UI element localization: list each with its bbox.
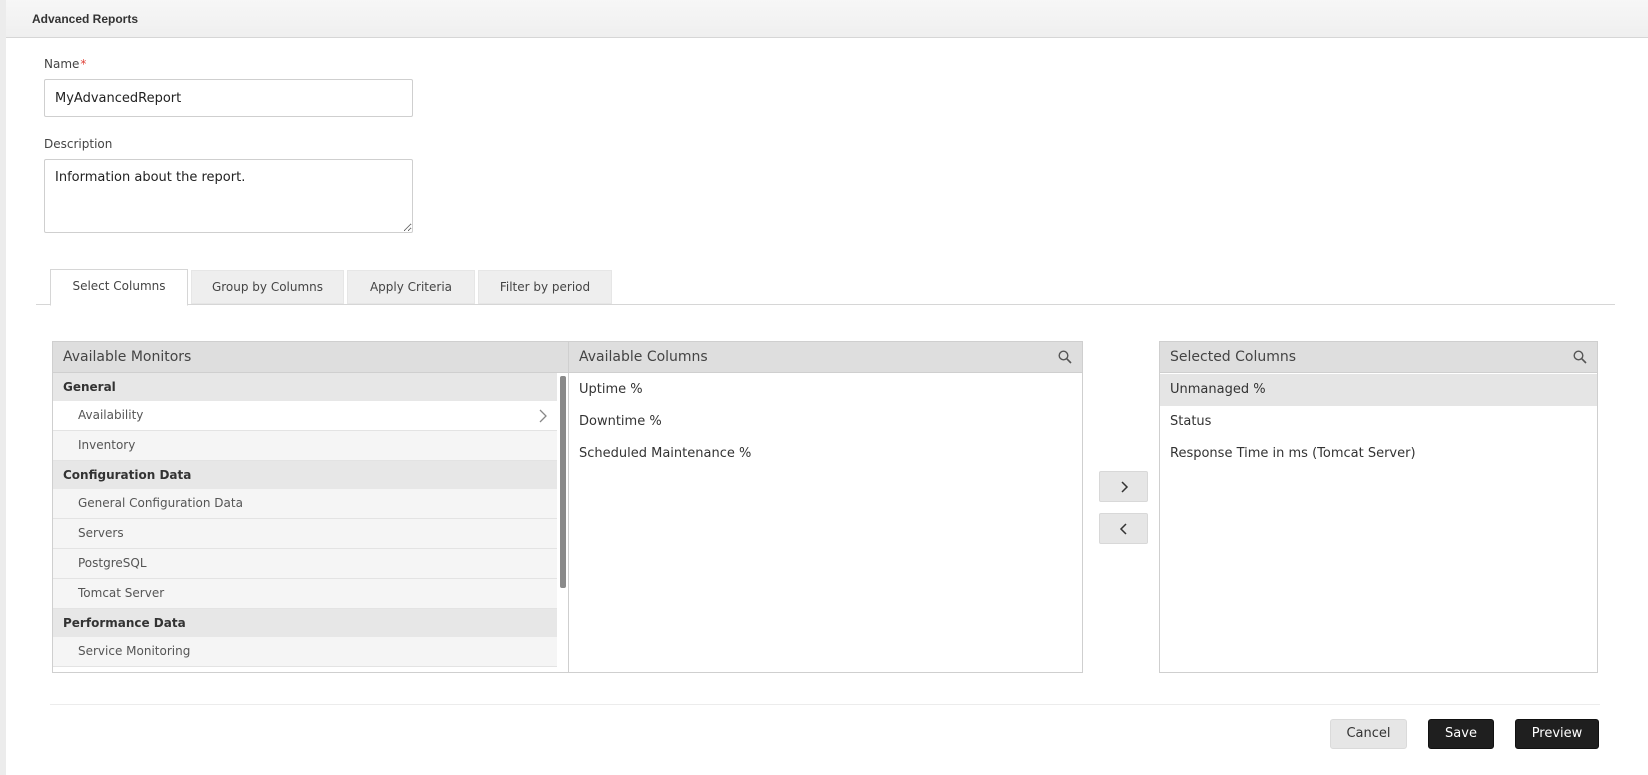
available-columns-panel: Available Columns Uptime % Downtime % Sc… bbox=[568, 341, 1083, 673]
monitor-item-servers[interactable]: Servers bbox=[53, 519, 557, 549]
monitor-group-general: General bbox=[53, 373, 557, 401]
monitor-group-configuration-data: Configuration Data bbox=[53, 461, 557, 489]
chevron-right-icon bbox=[1121, 481, 1129, 493]
name-label-text: Name bbox=[44, 57, 80, 71]
report-tabs: Select Columns Group by Columns Apply Cr… bbox=[36, 268, 1615, 306]
monitor-item-label: Tomcat Server bbox=[78, 586, 165, 600]
monitors-scrollbar[interactable] bbox=[560, 376, 566, 588]
monitor-item-service-monitoring[interactable]: Service Monitoring bbox=[53, 637, 557, 667]
chevron-left-icon bbox=[1119, 523, 1127, 535]
monitor-item-tomcat-server[interactable]: Tomcat Server bbox=[53, 579, 557, 609]
column-item-scheduled-maintenance[interactable]: Scheduled Maintenance % bbox=[569, 438, 1082, 470]
search-icon[interactable] bbox=[1058, 350, 1072, 364]
available-monitors-list: General Availability Inventory Configura… bbox=[53, 373, 557, 673]
selected-columns-panel: Selected Columns Unmanaged % Status Resp… bbox=[1159, 341, 1598, 673]
tab-select-columns[interactable]: Select Columns bbox=[50, 269, 188, 306]
available-columns-list: Uptime % Downtime % Scheduled Maintenanc… bbox=[569, 374, 1082, 470]
column-item-uptime[interactable]: Uptime % bbox=[569, 374, 1082, 406]
monitor-item-label: Availability bbox=[78, 408, 144, 422]
monitor-item-label: General Configuration Data bbox=[78, 496, 243, 510]
monitor-item-label: PostgreSQL bbox=[78, 556, 147, 570]
available-monitors-panel: Available Monitors General Availability … bbox=[52, 341, 569, 673]
chevron-right-icon bbox=[539, 409, 547, 423]
name-label: Name* bbox=[44, 57, 86, 71]
cancel-button[interactable]: Cancel bbox=[1330, 719, 1407, 749]
selected-item-status[interactable]: Status bbox=[1160, 406, 1597, 438]
selected-item-unmanaged[interactable]: Unmanaged % bbox=[1160, 374, 1597, 406]
monitor-group-performance-data: Performance Data bbox=[53, 609, 557, 637]
selected-columns-list: Unmanaged % Status Response Time in ms (… bbox=[1160, 374, 1597, 470]
available-columns-header: Available Columns bbox=[569, 342, 1082, 373]
tab-filter-by-period[interactable]: Filter by period bbox=[478, 270, 612, 304]
required-marker: * bbox=[80, 57, 87, 71]
search-icon[interactable] bbox=[1573, 350, 1587, 364]
column-item-downtime[interactable]: Downtime % bbox=[569, 406, 1082, 438]
monitor-item-postgresql[interactable]: PostgreSQL bbox=[53, 549, 557, 579]
monitor-item-label: Servers bbox=[78, 526, 124, 540]
remove-column-button[interactable] bbox=[1099, 513, 1148, 544]
preview-button[interactable]: Preview bbox=[1515, 719, 1599, 749]
description-label: Description bbox=[44, 137, 113, 151]
available-monitors-header: Available Monitors bbox=[53, 342, 568, 373]
monitor-item-availability[interactable]: Availability bbox=[53, 401, 557, 431]
description-textarea[interactable]: Information about the report. bbox=[44, 159, 413, 233]
monitor-item-inventory[interactable]: Inventory bbox=[53, 431, 557, 461]
footer-divider bbox=[50, 704, 1600, 705]
add-column-button[interactable] bbox=[1099, 471, 1148, 502]
monitor-item-label: Inventory bbox=[78, 438, 136, 452]
name-input[interactable] bbox=[44, 79, 413, 117]
selected-columns-header: Selected Columns bbox=[1160, 342, 1597, 373]
tab-apply-criteria[interactable]: Apply Criteria bbox=[347, 270, 475, 304]
monitor-item-general-configuration-data[interactable]: General Configuration Data bbox=[53, 489, 557, 519]
page-title: Advanced Reports bbox=[32, 12, 139, 26]
monitor-item-label: Service Monitoring bbox=[78, 644, 191, 658]
selected-item-response-time[interactable]: Response Time in ms (Tomcat Server) bbox=[1160, 438, 1597, 470]
save-button[interactable]: Save bbox=[1428, 719, 1494, 749]
page-header: Advanced Reports bbox=[6, 0, 1648, 38]
tab-group-by-columns[interactable]: Group by Columns bbox=[191, 270, 344, 304]
